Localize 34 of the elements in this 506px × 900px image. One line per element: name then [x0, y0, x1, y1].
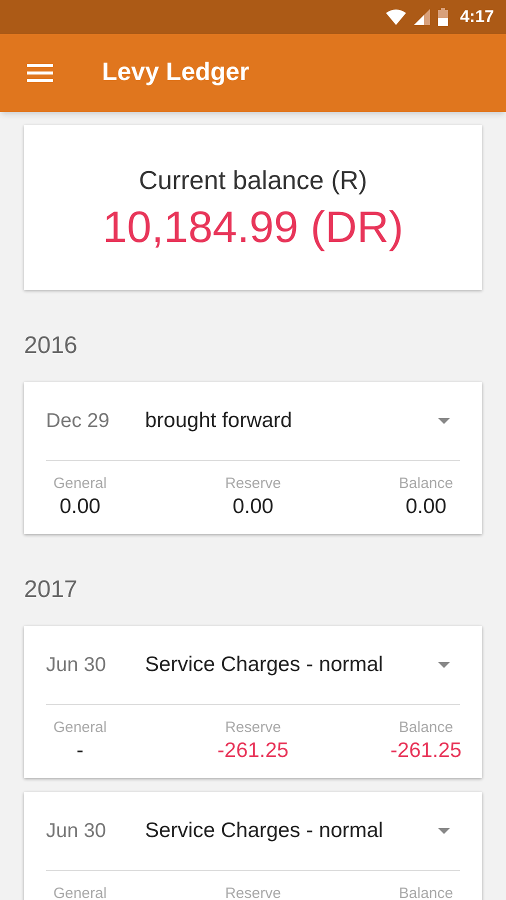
column-label: Reserve: [225, 719, 281, 738]
entry-description: brought forward: [145, 408, 294, 434]
column-value: 0.00: [232, 494, 274, 520]
column-label: General: [53, 475, 107, 494]
year-heading: 2017: [24, 575, 78, 605]
column-label: Balance: [398, 885, 454, 900]
column-label: General: [53, 885, 107, 900]
entry-description: Service Charges - normal: [145, 818, 384, 844]
signal-icon: [414, 9, 430, 25]
menu-icon: [27, 64, 53, 82]
balance-amount: 10,184.99 (DR): [102, 202, 404, 254]
entry-date: Jun 30: [46, 819, 108, 844]
entry-date: Dec 29: [46, 409, 110, 434]
column-label: Balance: [398, 475, 454, 494]
wifi-icon: [386, 9, 406, 25]
entry-date: Jun 30: [46, 653, 108, 678]
column-value: -261.25: [390, 738, 462, 764]
balance-label: Current balance (R): [138, 164, 368, 196]
column-label: General: [53, 719, 107, 738]
column-value: 0.00: [406, 494, 446, 520]
column-label: Balance: [398, 719, 454, 738]
dropdown-caret-icon: [438, 828, 450, 834]
app-title: Levy Ledger: [102, 57, 250, 88]
column-label: Reserve: [225, 475, 281, 494]
column-label: Reserve: [225, 885, 281, 900]
column-value: -261.25: [217, 738, 289, 764]
dropdown-caret-icon: [438, 662, 450, 668]
year-heading: 2016: [24, 331, 78, 361]
status-time: 4:17: [460, 6, 494, 28]
battery-icon: [438, 8, 448, 26]
entry-description: Service Charges - normal: [145, 652, 384, 678]
dropdown-caret-icon: [438, 418, 450, 424]
column-value: 0.00: [60, 494, 100, 520]
column-value: -: [76, 738, 84, 764]
